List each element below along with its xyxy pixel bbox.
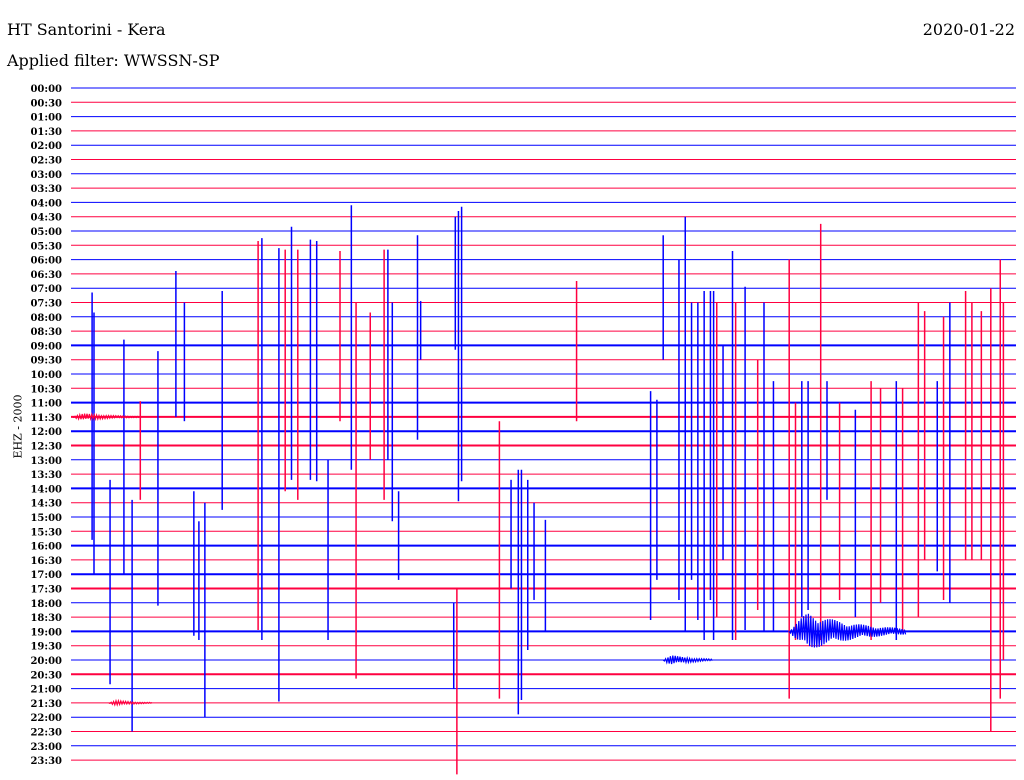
time-tick-label: 09:30 [30,356,62,367]
time-tick-label: 13:30 [30,470,62,481]
time-tick-label: 10:00 [30,370,62,381]
time-tick-label: 12:30 [30,442,62,453]
time-tick-label: 11:30 [30,413,62,424]
time-tick-label: 23:30 [30,756,62,767]
time-tick-label: 16:00 [30,542,62,553]
time-tick-label: 21:00 [30,685,62,696]
time-tick-label: 16:30 [30,556,62,567]
time-tick-label: 17:30 [30,585,62,596]
time-tick-label: 01:00 [30,113,62,124]
time-tick-label: 14:30 [30,499,62,510]
seismic-burst [72,412,141,422]
time-tick-label: 02:30 [30,156,62,167]
time-tick-label: 20:00 [30,656,62,667]
time-tick-label: 07:00 [30,284,62,295]
time-tick-label: 11:00 [30,399,62,410]
time-tick-label: 03:30 [30,184,62,195]
time-tick-label: 22:00 [30,713,62,724]
seismic-burst [108,698,153,707]
time-tick-label: 18:00 [30,599,62,610]
time-tick-label: 09:00 [30,341,62,352]
time-tick-label: 07:30 [30,299,62,310]
time-tick-label: 15:00 [30,513,62,524]
time-tick-label: 12:00 [30,427,62,438]
time-tick-label: 08:00 [30,313,62,324]
time-tick-label: 00:30 [30,98,62,109]
time-tick-label: 04:00 [30,198,62,209]
time-tick-label: 03:00 [30,170,62,181]
time-tick-label: 23:00 [30,742,62,753]
helicorder-plot: 00:00 00:30 01:00 01:30 02:00 02:30 03:00 03:30… [30,84,1016,775]
time-tick-label: 15:30 [30,527,62,538]
time-tick-label: 18:30 [30,613,62,624]
time-tick-label: 00:00 [30,84,62,95]
seismic-burst [788,613,907,648]
time-tick-label: 22:30 [30,728,62,739]
time-tick-label: 10:30 [30,384,62,395]
time-tick-label: 05:30 [30,241,62,252]
time-tick-label: 06:00 [30,256,62,267]
time-tick-label: 20:30 [30,670,62,681]
time-tick-label: 19:00 [30,627,62,638]
time-tick-label: 06:30 [30,270,62,281]
time-tick-label: 08:30 [30,327,62,338]
time-tick-label: 02:00 [30,141,62,152]
time-tick-label: 19:30 [30,642,62,653]
time-tick-label: 13:00 [30,456,62,467]
time-tick-label: 14:00 [30,484,62,495]
time-tick-label: 21:30 [30,699,62,710]
time-tick-label: 05:00 [30,227,62,238]
time-tick-label: 17:00 [30,570,62,581]
seismic-burst [662,655,713,665]
time-tick-label: 01:30 [30,127,62,138]
time-tick-label: 04:30 [30,213,62,224]
